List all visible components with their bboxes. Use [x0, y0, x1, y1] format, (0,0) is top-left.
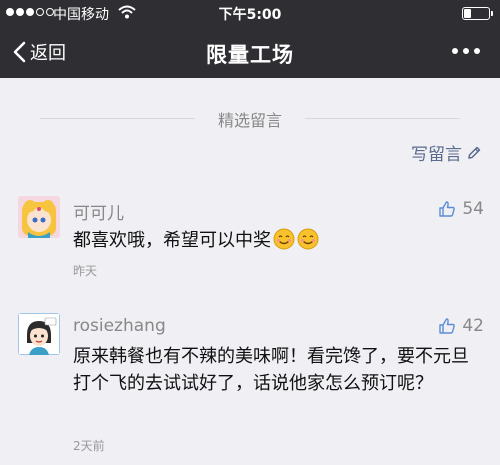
- status-bar: 中国移动 下午5:00: [0, 0, 500, 26]
- like-count: 54: [462, 199, 484, 219]
- like-count: 42: [462, 316, 484, 336]
- page-title: 限量工场: [206, 43, 294, 67]
- comment-time: 昨天: [73, 264, 98, 278]
- avatar[interactable]: [18, 313, 60, 355]
- comment-author[interactable]: rosiezhang: [73, 316, 166, 336]
- more-options-button[interactable]: [452, 48, 480, 54]
- like-button[interactable]: 54: [438, 199, 484, 219]
- smile-emoji-icon: [273, 228, 295, 250]
- more-dot-icon: [452, 48, 458, 54]
- comment-content: 原来韩餐也有不辣的美味啊！看完馋了，要不元旦打个飞的去试试好了，话说他家怎么预订…: [73, 346, 469, 394]
- comment-text: 都喜欢哦，希望可以中奖: [73, 230, 271, 251]
- more-dot-icon: [463, 48, 469, 54]
- navigation-bar: 返回 限量工场: [0, 26, 500, 78]
- smile-emoji-icon: [297, 228, 319, 250]
- battery-icon: [462, 7, 493, 20]
- thumbs-up-icon: [439, 318, 456, 334]
- pencil-icon: [468, 146, 481, 159]
- like-button[interactable]: 42: [438, 316, 484, 336]
- avatar[interactable]: [18, 196, 60, 238]
- thumbs-up-icon: [439, 201, 456, 217]
- section-title: 精选留言: [195, 107, 305, 131]
- comment-content: 都喜欢哦，希望可以中奖: [73, 228, 483, 254]
- more-dot-icon: [474, 48, 480, 54]
- comment-author[interactable]: 可可儿: [73, 199, 124, 224]
- write-comment-label: 写留言: [411, 145, 462, 165]
- write-comment-button[interactable]: 写留言: [411, 140, 482, 165]
- status-time: 下午5:00: [218, 7, 282, 23]
- comment-time: 2天前: [73, 439, 105, 453]
